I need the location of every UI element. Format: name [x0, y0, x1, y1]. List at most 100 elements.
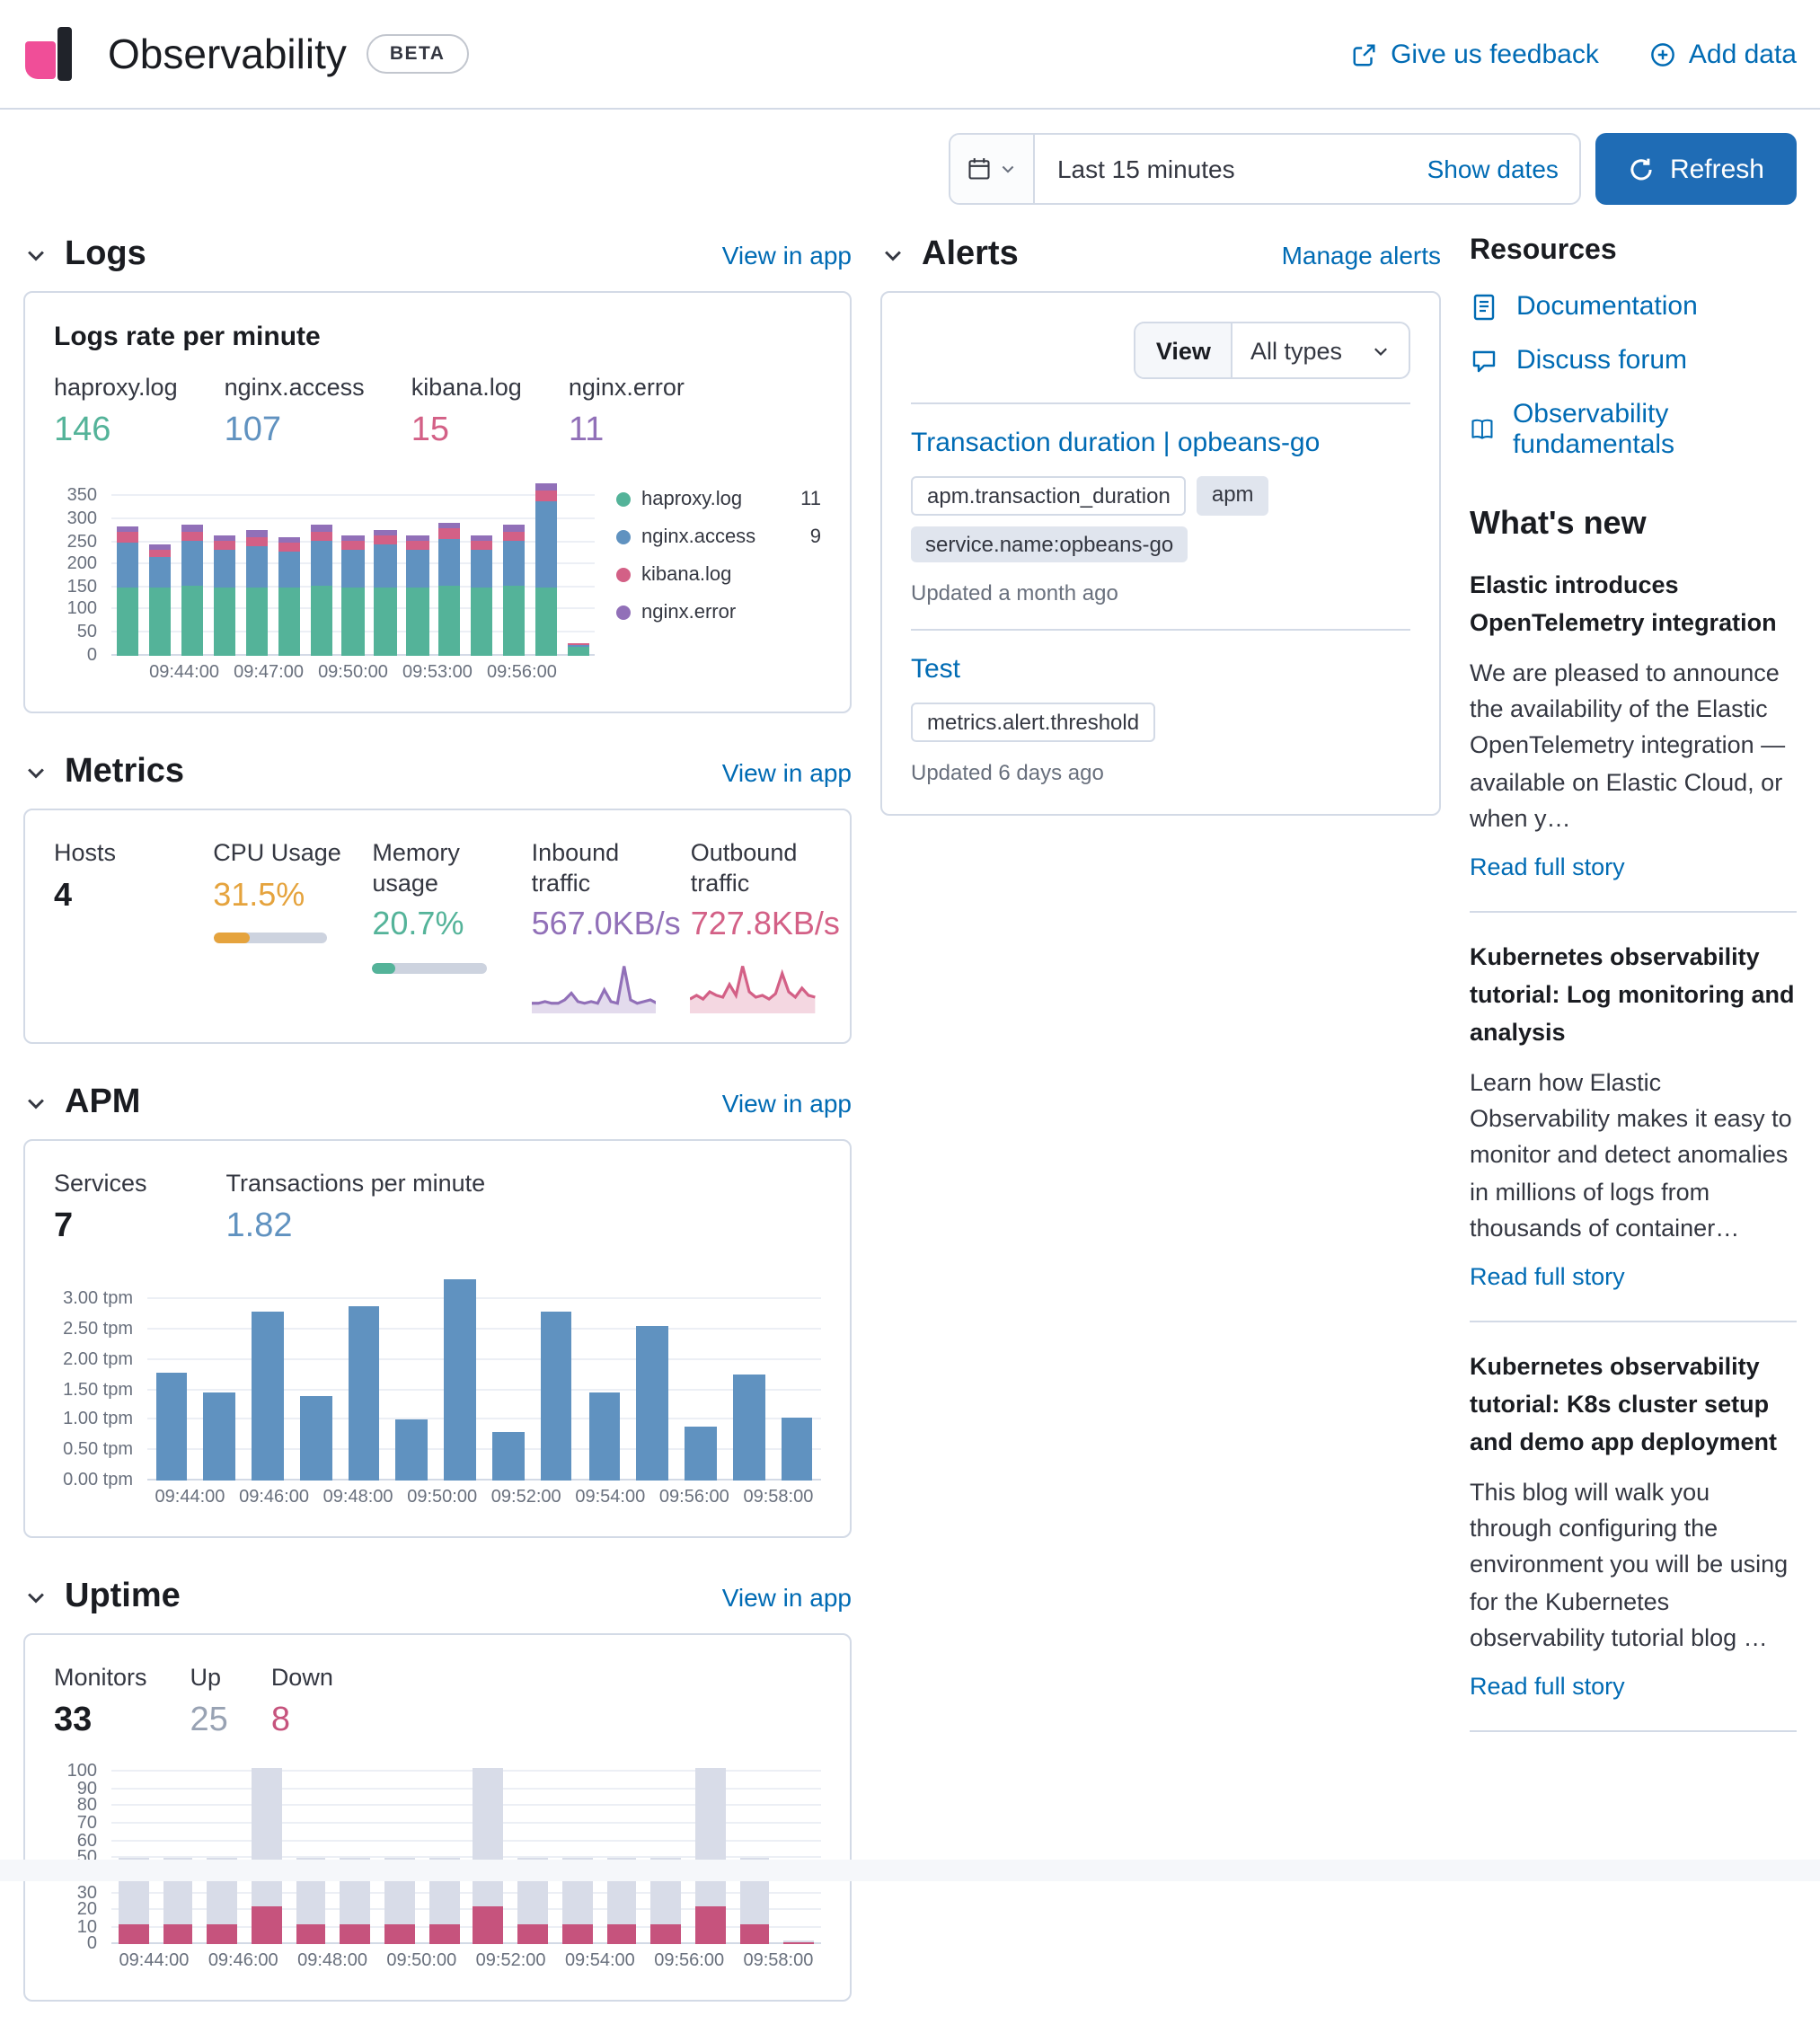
bar-segment — [739, 1924, 770, 1945]
read-full-story-link[interactable]: Read full story — [1470, 853, 1625, 880]
legend-item-kibana-log[interactable]: kibana.log — [616, 563, 821, 585]
legend-item-nginx-access[interactable]: nginx.access 9 — [616, 526, 821, 547]
apm-section-header: APM View in app — [23, 1083, 852, 1123]
article-title: Kubernetes observability tutorial: K8s c… — [1470, 1349, 1797, 1463]
resources-sidebar: Resources Documentation Discuss forum Ob… — [1470, 235, 1797, 1759]
y-axis-label: 30 — [77, 1883, 97, 1903]
x-axis-label: 09:48:00 — [323, 1487, 393, 1507]
bar-segment — [503, 531, 525, 541]
metric-cpu-usage: CPU Usage 31.5% — [213, 838, 343, 1013]
refresh-button[interactable]: Refresh — [1596, 133, 1797, 205]
bar-segment — [310, 531, 331, 541]
bar — [241, 473, 273, 655]
add-data-link[interactable]: Add data — [1649, 39, 1797, 69]
stat-label: Services — [54, 1170, 147, 1200]
read-full-story-link[interactable]: Read full story — [1470, 1673, 1625, 1700]
news-article: Kubernetes observability tutorial: Log m… — [1470, 940, 1797, 1294]
bar-segment — [606, 1924, 637, 1945]
show-dates-link[interactable]: Show dates — [1406, 155, 1580, 183]
divider — [1470, 1321, 1797, 1322]
refresh-icon — [1629, 155, 1656, 182]
article-excerpt: This blog will walk you through configur… — [1470, 1475, 1797, 1657]
alert-title-link[interactable]: Test — [911, 654, 960, 685]
alert-badges: metrics.alert.threshold — [911, 703, 1410, 742]
x-axis-label: 09:56:00 — [487, 662, 557, 682]
bar-segment — [310, 587, 331, 656]
stat-label: Down — [271, 1663, 333, 1693]
bar-stack — [396, 1420, 428, 1481]
chevron-down-icon[interactable] — [23, 1091, 49, 1116]
bar-segment — [407, 541, 428, 550]
alerts-type-filter[interactable]: View All types — [1135, 322, 1410, 379]
chevron-down-icon[interactable] — [880, 243, 906, 268]
memory-progress-fill — [372, 963, 395, 974]
stat-nginx-access: nginx.access 107 — [225, 374, 365, 452]
sparkline — [532, 959, 657, 1013]
logs-view-in-app-link[interactable]: View in app — [722, 241, 852, 270]
alerts-section: Alerts Manage alerts View All types — [880, 235, 1441, 816]
bar — [340, 1269, 388, 1480]
read-full-story-link[interactable]: Read full story — [1470, 1263, 1625, 1290]
x-axis: 09:44:0009:46:0009:48:0009:50:0009:52:00… — [111, 1945, 821, 1972]
chevron-down-icon[interactable] — [23, 243, 49, 268]
apm-transactions-chart: 0.00 tpm0.50 tpm1.00 tpm1.50 tpm2.00 tpm… — [54, 1269, 821, 1507]
alert-title-link[interactable]: Transaction duration | opbeans-go — [911, 428, 1320, 458]
logs-section-title: Logs — [65, 235, 722, 275]
bar — [176, 473, 208, 655]
filter-select[interactable]: All types — [1232, 323, 1409, 377]
resource-link-observability-fundamentals[interactable]: Observability fundamentals — [1470, 399, 1797, 460]
external-link-icon — [1351, 40, 1378, 67]
bar-stack — [375, 530, 396, 655]
apm-panel: Services 7 Transactions per minute 1.82 … — [23, 1139, 852, 1537]
bar-stack — [568, 643, 589, 655]
bar — [422, 1764, 466, 1945]
cpu-progress-bar — [213, 933, 328, 943]
legend-item-nginx-error[interactable]: nginx.error — [616, 601, 821, 623]
time-range-value[interactable]: Last 15 minutes — [1036, 155, 1406, 183]
x-axis-label: 09:50:00 — [386, 1952, 456, 1972]
bar-stack — [781, 1417, 812, 1480]
bar-segment — [492, 1432, 524, 1480]
stat-label: Monitors — [54, 1663, 147, 1693]
bar-segment — [384, 1924, 415, 1945]
date-picker[interactable]: Last 15 minutes Show dates — [950, 133, 1582, 205]
manage-alerts-link[interactable]: Manage alerts — [1282, 241, 1441, 270]
chevron-down-icon[interactable] — [23, 759, 49, 784]
legend-item-haproxy[interactable]: haproxy.log 11 — [616, 488, 821, 509]
chevron-down-icon[interactable] — [23, 1584, 49, 1609]
bar-segment — [562, 1924, 593, 1945]
legend-label: kibana.log — [641, 563, 810, 585]
bar — [499, 473, 531, 655]
uptime-view-in-app-link[interactable]: View in app — [722, 1582, 852, 1611]
bar-stack — [784, 1941, 815, 1945]
alert-badge: apm.transaction_duration — [911, 476, 1187, 516]
y-axis-label: 1.00 tpm — [63, 1410, 133, 1430]
bar — [580, 1269, 629, 1480]
bar-segment — [407, 550, 428, 588]
stat-label: nginx.access — [225, 374, 365, 404]
bar-segment — [650, 1924, 681, 1945]
bar — [599, 1764, 643, 1945]
resource-link-discuss-forum[interactable]: Discuss forum — [1470, 345, 1797, 376]
bar-segment — [348, 1306, 379, 1481]
metrics-view-in-app-link[interactable]: View in app — [722, 757, 852, 786]
apm-view-in-app-link[interactable]: View in app — [722, 1089, 852, 1118]
date-picker-quick-menu[interactable] — [951, 135, 1036, 203]
stat-value: 107 — [225, 411, 365, 453]
uptime-section-header: Uptime View in app — [23, 1577, 852, 1616]
y-axis: 050100150200250300350 — [54, 473, 111, 655]
give-feedback-link[interactable]: Give us feedback — [1351, 39, 1599, 69]
logo-pink-shape — [25, 41, 56, 79]
time-toolbar: Last 15 minutes Show dates Refresh — [0, 110, 1820, 205]
bar — [377, 1764, 421, 1945]
document-icon — [1470, 292, 1498, 321]
bar-segment — [181, 541, 203, 586]
divider — [911, 402, 1410, 404]
x-axis-label: 09:48:00 — [297, 1952, 367, 1972]
stat-kibana-log: kibana.log 15 — [411, 374, 522, 452]
bar-stack — [310, 525, 331, 655]
stat-label: Inbound traffic — [532, 838, 662, 899]
logs-rate-chart: 05010015020025030035009:44:0009:47:0009:… — [54, 473, 595, 682]
resources-title: Resources — [1470, 235, 1797, 268]
resource-link-documentation[interactable]: Documentation — [1470, 291, 1797, 322]
